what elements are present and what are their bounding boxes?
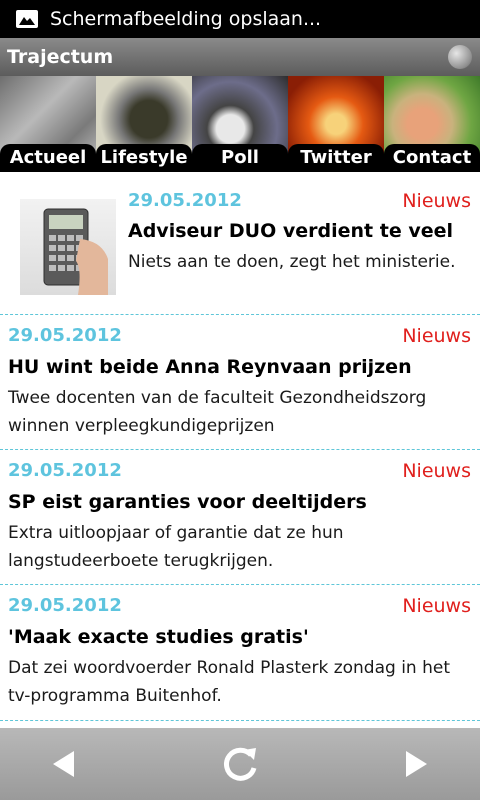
back-arrow-icon bbox=[53, 751, 74, 777]
news-item[interactable]: 29.05.2012 Nieuws HU wint beide Anna Rey… bbox=[0, 315, 480, 450]
app-title: Trajectum bbox=[7, 46, 114, 68]
news-date: 29.05.2012 bbox=[8, 595, 122, 616]
loading-spinner-icon bbox=[448, 45, 472, 69]
news-category: Nieuws bbox=[402, 325, 471, 347]
nav-tabs: Actueel Lifestyle Poll Twitter Contact bbox=[0, 76, 480, 172]
news-summary: Niets aan te doen, zegt het ministerie. bbox=[128, 252, 456, 272]
news-date: 29.05.2012 bbox=[8, 325, 122, 346]
news-title: SP eist garanties voor deeltijders bbox=[8, 491, 367, 513]
tab-actueel-label: Actueel bbox=[0, 144, 96, 172]
tab-twitter-label: Twitter bbox=[288, 144, 384, 172]
status-bar: Schermafbeelding opslaan... bbox=[0, 0, 480, 38]
tab-twitter[interactable]: Twitter bbox=[288, 76, 384, 172]
news-title: Adviseur DUO verdient te veel bbox=[128, 220, 453, 242]
tab-contact[interactable]: Contact bbox=[384, 76, 480, 172]
news-thumbnail-calculator bbox=[20, 199, 116, 295]
tab-lifestyle-label: Lifestyle bbox=[96, 144, 192, 172]
forward-button[interactable] bbox=[376, 728, 456, 800]
tab-poll[interactable]: Poll bbox=[192, 76, 288, 172]
refresh-icon bbox=[224, 747, 257, 781]
news-category: Nieuws bbox=[402, 595, 471, 617]
tab-contact-label: Contact bbox=[384, 144, 480, 172]
news-item[interactable]: 29.05.2012 Nieuws 'Maak exacte studies g… bbox=[0, 585, 480, 721]
news-item[interactable]: 29.05.2012 Nieuws SP eist garanties voor… bbox=[0, 450, 480, 585]
news-date: 29.05.2012 bbox=[128, 190, 242, 211]
news-title: 'Maak exacte studies gratis' bbox=[8, 626, 309, 648]
tab-actueel[interactable]: Actueel bbox=[0, 76, 96, 172]
news-date: 29.05.2012 bbox=[8, 460, 122, 481]
news-category: Nieuws bbox=[402, 190, 471, 212]
forward-arrow-icon bbox=[406, 751, 427, 777]
news-summary: Dat zei woordvoerder Ronald Plasterk zon… bbox=[8, 658, 450, 706]
bottom-toolbar bbox=[0, 728, 480, 800]
tab-lifestyle[interactable]: Lifestyle bbox=[96, 76, 192, 172]
news-category: Nieuws bbox=[402, 460, 471, 482]
tab-poll-label: Poll bbox=[192, 144, 288, 172]
status-notification-text: Schermafbeelding opslaan... bbox=[50, 8, 322, 30]
news-title: HU wint beide Anna Reynvaan prijzen bbox=[8, 356, 412, 378]
news-summary: Extra uitloopjaar of garantie dat ze hun… bbox=[8, 523, 344, 571]
app-title-bar: Trajectum bbox=[0, 38, 480, 76]
image-icon bbox=[16, 10, 38, 28]
refresh-button[interactable] bbox=[200, 728, 280, 800]
back-button[interactable] bbox=[24, 728, 104, 800]
news-summary: Twee docenten van de faculteit Gezondhei… bbox=[8, 388, 427, 436]
news-item[interactable]: 29.05.2012 Nieuws Adviseur DUO verdient … bbox=[0, 172, 480, 315]
